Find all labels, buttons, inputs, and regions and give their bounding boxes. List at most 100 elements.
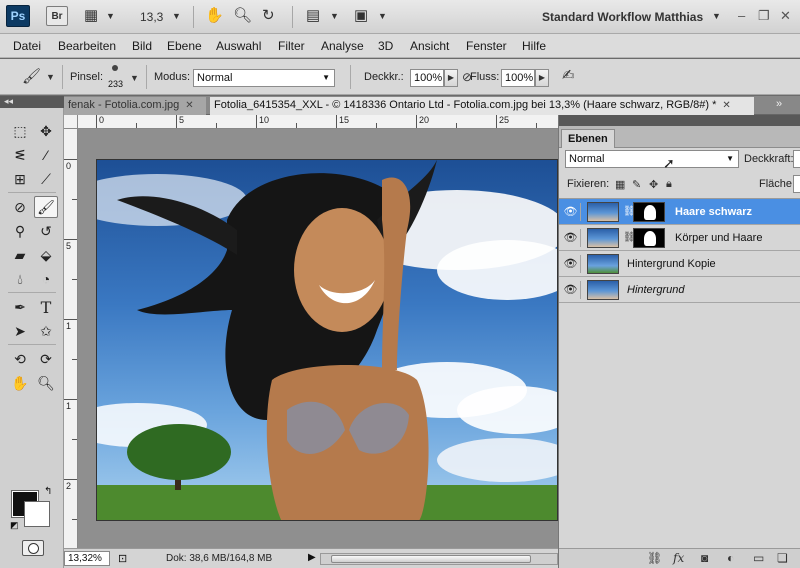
zoom-level[interactable]: 13,3 [140,10,163,24]
layer-row-hintergrund-kopie[interactable]: 👁︎ Hintergrund Kopie [559,251,800,277]
flow-input[interactable]: 100% [501,69,535,87]
chevron-down-icon[interactable]: ▼ [46,68,55,86]
layer-name[interactable]: Hintergrund [627,284,684,296]
hand-tool-icon[interactable]: ✋ [205,7,224,25]
3d-orbit-tool-icon[interactable]: ⟳ [34,348,58,370]
close-icon[interactable]: ✕ [185,100,193,111]
pen-tool-icon[interactable]: ✒ [8,296,32,318]
chevron-down-icon[interactable]: ▼ [130,69,139,87]
zoom-tool-icon[interactable]: 🔍︎ [34,372,58,394]
zoom-status-field[interactable]: 13,32% [64,551,110,566]
tab-document-1[interactable]: fenak - Fotolia.com.jpg ✕ [64,97,206,115]
hand-tool-icon[interactable]: ✋ [8,372,32,394]
crop-tool-icon[interactable]: ⊞ [8,168,32,190]
menu-ansicht[interactable]: Ansicht [410,39,449,53]
layer-mask-thumbnail[interactable] [633,228,665,248]
layer-opacity-input[interactable] [793,150,800,168]
menu-bild[interactable]: Bild [132,39,152,53]
type-tool-icon[interactable]: T [34,296,58,318]
chevron-down-icon[interactable]: ▼ [378,7,387,25]
healing-brush-tool-icon[interactable]: ⊘ [8,196,32,218]
swap-colors-icon[interactable]: ↰ [44,486,52,497]
layer-name[interactable]: Haare schwarz [675,206,752,218]
opacity-input[interactable]: 100% [410,69,444,87]
brush-size[interactable]: 233 [108,79,123,89]
lock-pixels-icon[interactable]: ✎ [632,178,641,191]
menu-bearbeiten[interactable]: Bearbeiten [58,39,116,53]
history-brush-tool-icon[interactable]: ↺ [34,220,58,242]
eye-icon[interactable]: 👁︎ [561,255,581,273]
blur-tool-icon[interactable]: 💧︎ [8,268,32,290]
bridge-button[interactable]: Br [46,6,68,26]
horizontal-ruler[interactable]: 0 5 10 15 20 25 [78,115,558,129]
document-canvas[interactable] [96,159,558,521]
lock-transparency-icon[interactable]: ▦ [615,178,625,191]
close-icon[interactable]: ✕ [722,100,730,111]
lasso-tool-icon[interactable]: ᓬ [8,144,32,166]
minimize-icon[interactable]: – [738,8,745,23]
restore-icon[interactable]: ❐ [758,8,770,24]
film-strip-icon[interactable]: ▦ [84,7,98,25]
menu-ebene[interactable]: Ebene [167,39,202,53]
move-tool-icon[interactable]: ✥ [34,120,58,142]
chevron-down-icon[interactable]: ▼ [330,7,339,25]
quick-mask-button[interactable] [22,540,44,556]
close-icon[interactable]: ✕ [780,8,791,24]
ruler-origin[interactable] [64,115,78,129]
shape-tool-icon[interactable]: ✩ [34,320,58,342]
lock-all-icon[interactable]: 🔒︎ [666,178,672,191]
eye-icon[interactable]: 👁︎ [561,203,581,221]
marquee-tool-icon[interactable]: ⬚ [8,120,32,142]
menu-3d[interactable]: 3D [378,39,393,53]
layer-style-icon[interactable]: fx [673,551,684,565]
brush-preset-icon[interactable]: 🖌︎ [22,68,41,86]
layer-name[interactable]: Körper und Haare [675,232,762,244]
new-group-icon[interactable]: ▭ [753,551,764,565]
layer-row-hintergrund[interactable]: 👁︎ Hintergrund [559,277,800,303]
screen-mode-icon[interactable]: ▣ [354,7,368,25]
layer-fill-input[interactable] [793,175,800,193]
link-layers-icon[interactable]: ⛓︎ [647,551,662,565]
magic-wand-tool-icon[interactable]: ⁄ [34,144,58,166]
flow-slider-button[interactable]: ▶ [535,69,549,87]
opacity-slider-button[interactable]: ▶ [444,69,458,87]
blend-mode-select[interactable]: Normal ▼ [565,150,739,168]
horizontal-scrollbar[interactable] [320,553,558,565]
new-layer-icon[interactable]: ❏ [777,551,788,565]
collapse-tools-icon[interactable]: ◂◂ [0,96,64,108]
brush-tip-icon[interactable] [112,65,118,71]
scrollbar-thumb[interactable] [331,555,531,563]
layer-mask-thumbnail[interactable] [633,202,665,222]
menu-fenster[interactable]: Fenster [466,39,507,53]
3d-rotate-tool-icon[interactable]: ⟲ [8,348,32,370]
more-tabs-icon[interactable]: » [776,98,782,110]
add-mask-icon[interactable]: ◙ [701,551,708,565]
dodge-tool-icon[interactable]: ◔ [34,268,58,290]
menu-auswahl[interactable]: Auswahl [216,39,261,53]
adjustment-layer-icon[interactable]: ◐ [727,551,734,565]
workspace-switcher[interactable]: Standard Workflow Matthias [542,10,703,24]
menu-hilfe[interactable]: Hilfe [522,39,546,53]
background-color-swatch[interactable] [24,501,50,527]
tab-ebenen[interactable]: Ebenen [561,129,615,148]
vertical-ruler[interactable]: 0 5 1 1 2 [64,129,78,548]
zoom-dropdown-icon[interactable]: ▼ [172,7,181,25]
status-menu-arrow-icon[interactable]: ▶ [308,552,316,563]
chevron-down-icon[interactable]: ▼ [712,7,721,25]
eyedropper-tool-icon[interactable]: ⟋ [34,168,58,190]
path-selection-tool-icon[interactable]: ➤ [8,320,32,342]
default-colors-icon[interactable]: ◩ [10,520,19,531]
menu-datei[interactable]: Datei [13,39,41,53]
eraser-tool-icon[interactable]: ▰ [8,244,32,266]
menu-analyse[interactable]: Analyse [321,39,364,53]
zoom-tool-icon[interactable]: 🔍︎ [233,7,252,25]
lock-position-icon[interactable]: ✥ [649,178,658,191]
layer-name[interactable]: Hintergrund Kopie [627,258,716,270]
airbrush-icon[interactable]: ✍︎ [562,67,575,85]
arrange-documents-icon[interactable]: ▤ [306,7,320,25]
clone-stamp-tool-icon[interactable]: ⚲ [8,220,32,242]
layer-row-haare-schwarz[interactable]: 👁︎ ⛓︎ Haare schwarz [559,199,800,225]
mode-select[interactable]: Normal ▼ [193,69,335,87]
brush-tool-icon[interactable]: 🖌︎ [34,196,58,218]
proof-icon[interactable]: ⊡ [118,552,127,565]
